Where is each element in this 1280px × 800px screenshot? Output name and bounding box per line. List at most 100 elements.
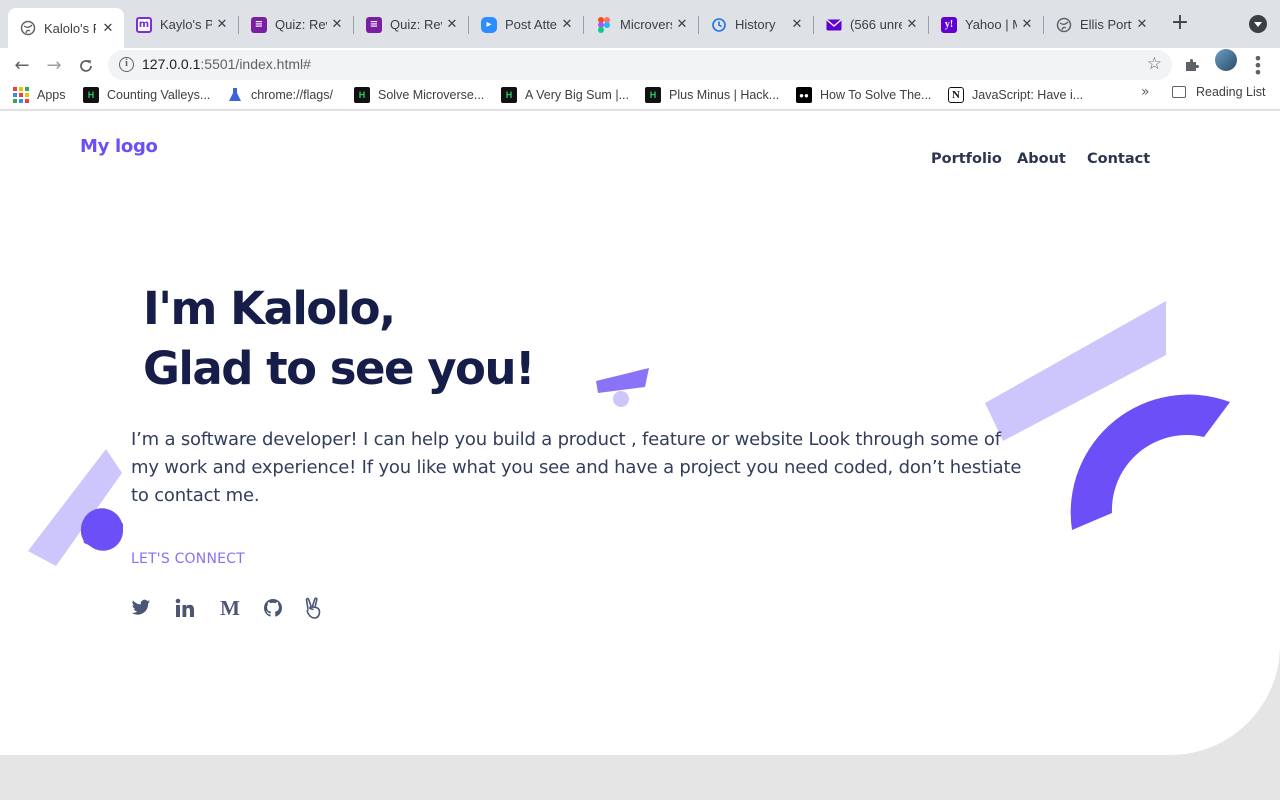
hero-line-2: Glad to see you!: [143, 342, 536, 395]
hackerrank-icon: [501, 87, 517, 103]
reading-list-label: Reading List: [1196, 85, 1266, 99]
url-text: 127.0.0.1:5501/index.html#: [142, 56, 311, 72]
hackerrank-icon: [83, 87, 99, 103]
right-arc-shape: [1070, 394, 1230, 530]
tab-title: Microverse: [620, 17, 672, 32]
medium-icon: ●●: [796, 87, 812, 103]
bookmark-label: chrome://flags/: [251, 88, 333, 102]
bookmark-item[interactable]: N JavaScript: Have i...: [948, 85, 1083, 105]
back-arrow-icon[interactable]: ←: [10, 54, 34, 78]
browser-toolbar: ← → i 127.0.0.1:5501/index.html# ☆ • • •: [0, 48, 1280, 84]
history-icon: [711, 17, 727, 33]
tab[interactable]: History ✕: [699, 8, 813, 41]
tab-title: Kaylo's Portfolio: [160, 17, 212, 32]
mail-icon: [826, 17, 842, 33]
reading-list-button[interactable]: Reading List: [1172, 85, 1266, 99]
tab-title: (566 unread): [850, 17, 902, 32]
bookmark-label: Apps: [37, 88, 66, 102]
more-bookmarks-icon[interactable]: »: [1141, 84, 1150, 100]
globe-icon: [20, 20, 36, 36]
tab[interactable]: ≡ Quiz: Review ✕: [354, 8, 468, 41]
flask-icon: [227, 87, 243, 103]
tab[interactable]: m Kaylo's Portfolio ✕: [124, 8, 238, 41]
bookmark-item[interactable]: ●● How To Solve The...: [796, 85, 931, 105]
url-path: :5501/index.html#: [200, 56, 311, 72]
center-dot-shape: [613, 391, 629, 407]
quiz-icon: ≡: [366, 16, 382, 33]
hero-title: I'm Kalolo, Glad to see you!: [143, 279, 536, 399]
reload-icon[interactable]: [74, 54, 98, 78]
bookmark-item[interactable]: Solve Microverse...: [354, 85, 484, 105]
medium-letter: M: [220, 595, 240, 620]
tab-title: Ellis Portfolio: [1080, 17, 1132, 32]
bookmark-item[interactable]: Counting Valleys...: [83, 85, 210, 105]
linkedin-icon[interactable]: [174, 597, 196, 619]
forward-arrow-icon[interactable]: →: [42, 54, 66, 78]
browser-menu-icon[interactable]: • • •: [1252, 51, 1264, 81]
tab-title: Quiz: Review: [390, 17, 442, 32]
bookmark-label: Counting Valleys...: [107, 88, 211, 102]
site-info-icon[interactable]: i: [119, 57, 134, 72]
bookmark-apps[interactable]: Apps: [13, 85, 66, 105]
tab[interactable]: (566 unread) ✕: [814, 8, 928, 41]
globe-icon: [1056, 17, 1072, 33]
medium-icon[interactable]: M: [219, 595, 241, 620]
bookmark-label: Plus Minus | Hack...: [669, 88, 780, 102]
connect-heading: LET'S CONNECT: [131, 551, 245, 567]
tab-title: History: [735, 17, 776, 32]
tab-close-icon[interactable]: ✕: [1134, 17, 1150, 32]
tab-close-icon[interactable]: ✕: [789, 17, 805, 32]
bookmark-item[interactable]: Plus Minus | Hack...: [645, 85, 779, 105]
yahoo-icon: y!: [941, 16, 957, 33]
bookmarks-bar: Apps Counting Valleys... chrome://flags/…: [0, 84, 1280, 110]
profile-avatar[interactable]: [1215, 49, 1237, 71]
quiz-icon: ≡: [251, 16, 267, 33]
bookmark-label: Solve Microverse...: [378, 88, 485, 102]
tab-close-icon[interactable]: ✕: [214, 17, 230, 32]
figma-icon: [596, 16, 612, 33]
twitter-icon[interactable]: [130, 597, 152, 619]
bookmark-item[interactable]: A Very Big Sum |...: [501, 85, 629, 105]
tab-close-icon[interactable]: ✕: [674, 17, 690, 32]
extensions-puzzle-icon[interactable]: [1184, 57, 1200, 77]
page-viewport: My logo Portfolio About Contact I'm Kalo…: [0, 111, 1280, 755]
tab-close-icon[interactable]: ✕: [100, 21, 116, 36]
bookmark-item[interactable]: chrome://flags/: [227, 85, 333, 105]
tab-close-icon[interactable]: ✕: [329, 17, 345, 32]
tab[interactable]: Ellis Portfolio ✕: [1044, 8, 1158, 41]
mm-icon: m: [136, 16, 152, 33]
tab-active[interactable]: Kalolo's Portfolio ✕: [8, 8, 124, 48]
zoom-icon: ▸: [481, 16, 497, 33]
tab-title: Yahoo | Mail: [965, 17, 1017, 32]
tab-close-icon[interactable]: ✕: [444, 17, 460, 32]
reading-list-icon: [1172, 86, 1186, 98]
new-tab-icon[interactable]: +: [1168, 12, 1192, 36]
notion-icon: N: [948, 87, 964, 103]
tab[interactable]: Microverse ✕: [584, 8, 698, 41]
center-tilted-bar-shape: [596, 368, 649, 393]
hero-line-1: I'm Kalolo,: [143, 282, 396, 335]
bookmark-label: A Very Big Sum |...: [525, 88, 629, 102]
tab[interactable]: y! Yahoo | Mail ✕: [929, 8, 1043, 41]
tab-title: Post Attendance: [505, 17, 557, 32]
angellist-icon[interactable]: [302, 597, 324, 619]
bookmark-star-icon[interactable]: ☆: [1147, 54, 1162, 74]
tab-title: Kalolo's Portfolio: [44, 20, 96, 36]
tab-search-icon[interactable]: [1249, 15, 1267, 33]
apps-grid-icon: [13, 87, 29, 103]
tab-strip: Kalolo's Portfolio ✕ m Kaylo's Portfolio…: [0, 0, 1280, 48]
tab-close-icon[interactable]: ✕: [1019, 17, 1035, 32]
hackerrank-icon: [354, 87, 370, 103]
tab-close-icon[interactable]: ✕: [559, 17, 575, 32]
hero-description: I’m a software developer! I can help you…: [131, 429, 1022, 506]
tab[interactable]: ≡ Quiz: Review ✕: [239, 8, 353, 41]
bookmark-label: JavaScript: Have i...: [972, 88, 1084, 102]
address-bar[interactable]: i 127.0.0.1:5501/index.html# ☆: [108, 50, 1172, 80]
bookmark-label: How To Solve The...: [820, 88, 932, 102]
tab-title: Quiz: Review: [275, 17, 327, 32]
tab[interactable]: ▸ Post Attendance ✕: [469, 8, 583, 41]
github-icon[interactable]: [262, 597, 284, 619]
hackerrank-icon: [645, 87, 661, 103]
tab-close-icon[interactable]: ✕: [904, 17, 920, 32]
url-host: 127.0.0.1: [142, 56, 201, 72]
